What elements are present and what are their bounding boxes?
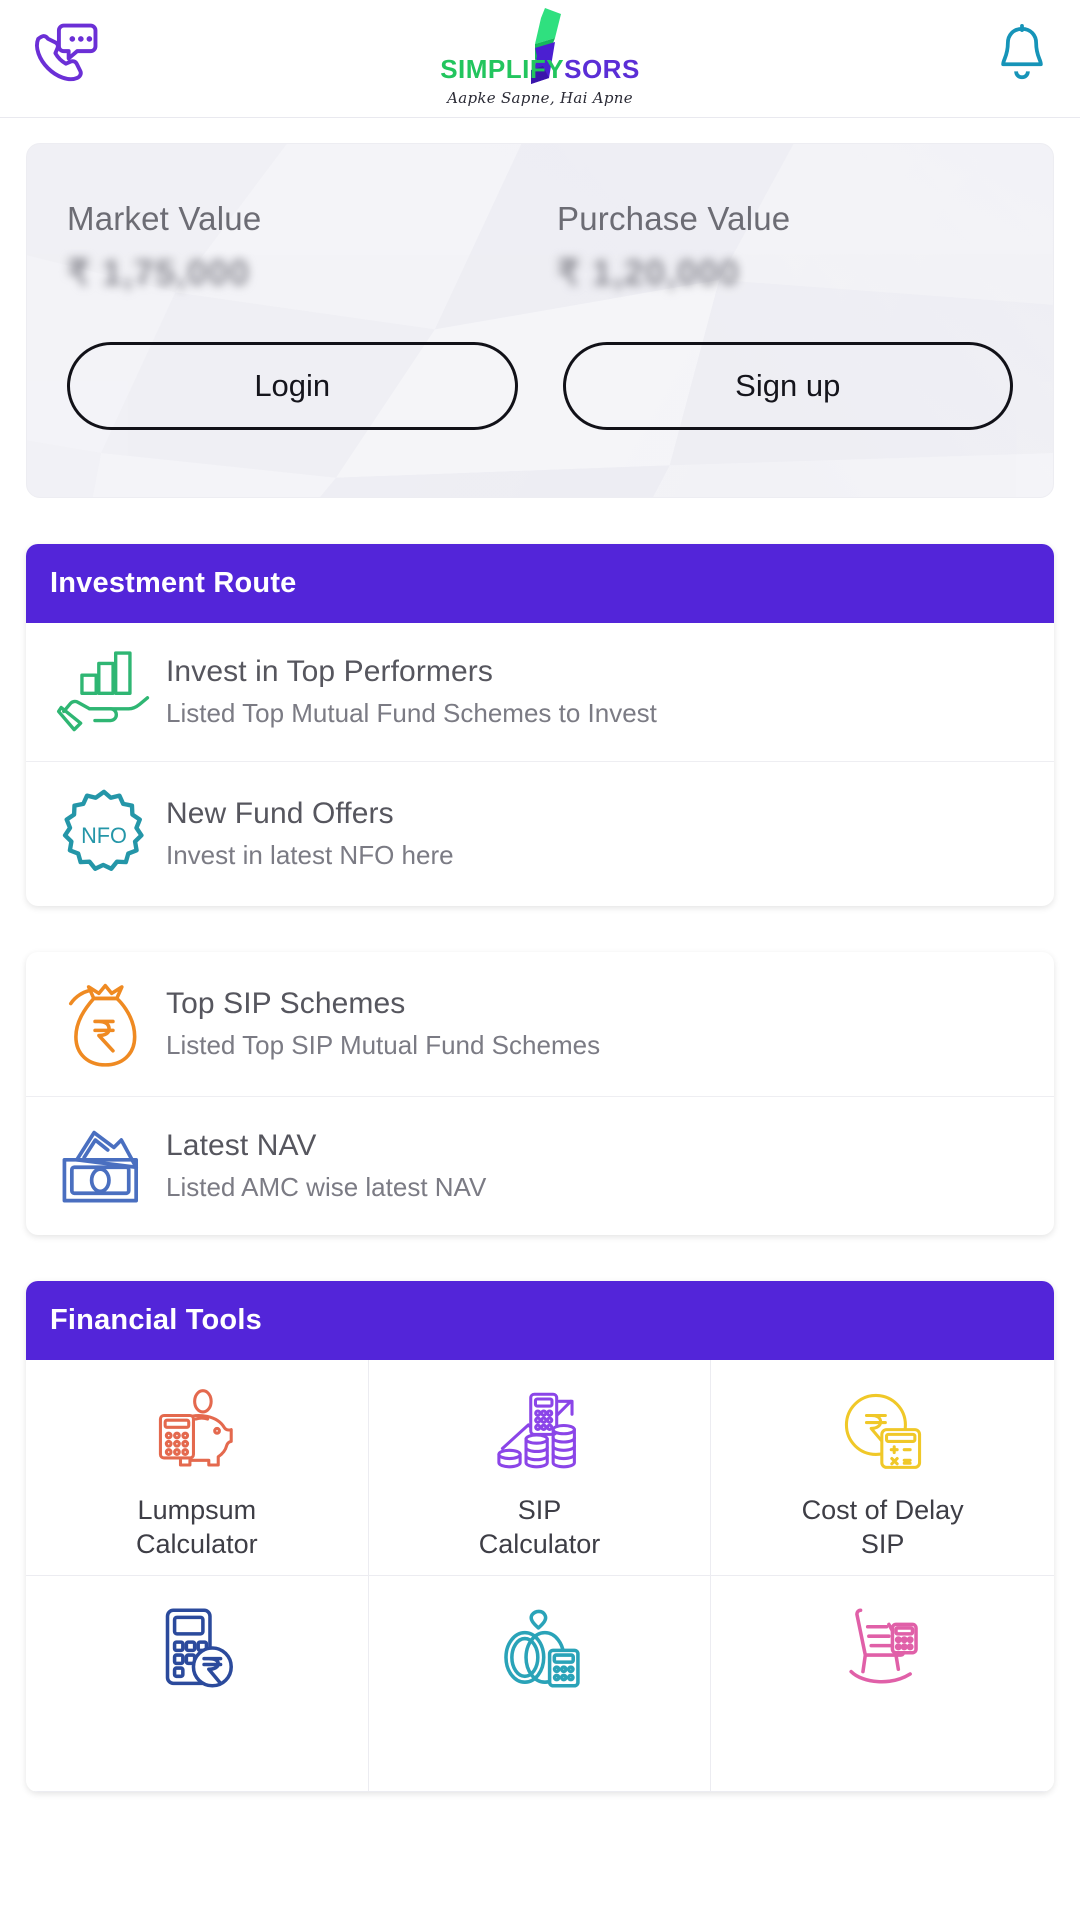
tool-label: Cost of Delay SIP (802, 1494, 964, 1562)
investment-route-title: Investment Route (26, 544, 1054, 623)
list-item-title: Top SIP Schemes (166, 987, 406, 1020)
list-item-subtitle: Listed Top SIP Mutual Fund Schemes (166, 1030, 601, 1060)
tool-label-line2: Calculator (478, 1528, 601, 1559)
financial-tools-grid: Lumpsum Calculator SIP Calculator Cost o… (26, 1360, 1054, 1792)
tool-retirement[interactable] (711, 1576, 1054, 1792)
brand-wordmark: SIMPLIFYSORS (440, 56, 640, 82)
brand-word-part1: SIMPLIFY (440, 54, 565, 84)
tool-label-line2: SIP (860, 1528, 905, 1559)
wedding-rings-calculator-icon (493, 1600, 585, 1696)
investment-route-card: Investment Route Invest in Top Performer… (26, 544, 1054, 906)
list-item-top-sip-schemes[interactable]: Top SIP Schemes Listed Top SIP Mutual Fu… (26, 952, 1054, 1096)
market-value-amount: ₹ 1,75,000 (67, 252, 251, 293)
purchase-value-label: Purchase Value (557, 200, 791, 237)
phone-chat-icon[interactable] (26, 17, 104, 100)
list-item-latest-nav[interactable]: Latest NAV Listed AMC wise latest NAV (26, 1096, 1054, 1235)
tool-label-line1: Lumpsum (137, 1495, 257, 1525)
tool-wedding-calculator[interactable] (368, 1576, 712, 1792)
tool-lumpsum-calculator[interactable]: Lumpsum Calculator (26, 1360, 369, 1576)
portfolio-stats: Market Value ₹ 1,75,000 Purchase Value ₹… (27, 144, 1053, 294)
financial-tools-title: Financial Tools (26, 1281, 1054, 1360)
market-value-stat: Market Value ₹ 1,75,000 (67, 200, 523, 294)
market-value-label: Market Value (67, 200, 262, 237)
financial-tools-card: Financial Tools Lumpsum Calculator SIP C… (26, 1281, 1054, 1792)
tool-label: Lumpsum Calculator (136, 1494, 258, 1562)
auth-actions: Login Sign up (27, 294, 1053, 430)
banknotes-icon (50, 1123, 158, 1209)
page-body: Market Value ₹ 1,75,000 Purchase Value ₹… (0, 143, 1080, 1792)
rupee-coin-calculator-icon (837, 1384, 929, 1480)
brand-word-part2: SORS (564, 54, 640, 84)
secondary-routes-card: Top SIP Schemes Listed Top SIP Mutual Fu… (26, 952, 1054, 1235)
tool-label-line1: Cost of Delay (801, 1495, 964, 1525)
tool-label-line1: SIP (517, 1495, 562, 1525)
list-item-title: Invest in Top Performers (166, 655, 493, 688)
signup-button[interactable]: Sign up (562, 342, 1013, 430)
list-item-top-performers[interactable]: Invest in Top Performers Listed Top Mutu… (26, 623, 1054, 761)
app-header: SIMPLIFYSORS Aapke Sapne, Hai Apne (0, 0, 1080, 118)
hand-bar-chart-icon (50, 649, 158, 735)
money-bag-rupee-icon (50, 978, 158, 1070)
calculator-rupee-coin-icon (151, 1600, 243, 1696)
list-item-subtitle: Listed Top Mutual Fund Schemes to Invest (166, 698, 657, 728)
brand-tagline: Aapke Sapne, Hai Apne (447, 89, 633, 107)
header-right (934, 23, 1054, 94)
list-item-text: Latest NAV Listed AMC wise latest NAV (158, 1129, 486, 1203)
tool-calculator-rupee[interactable] (26, 1576, 369, 1792)
portfolio-summary-card: Market Value ₹ 1,75,000 Purchase Value ₹… (26, 143, 1054, 498)
purchase-value-stat: Purchase Value ₹ 1,20,000 (523, 200, 1013, 294)
list-item-new-fund-offers[interactable]: NFO New Fund Offers Invest in latest NFO… (26, 761, 1054, 906)
list-item-subtitle: Listed AMC wise latest NAV (166, 1172, 487, 1202)
brand-mark-icon (511, 4, 569, 84)
login-button[interactable]: Login (67, 342, 518, 430)
tool-label-line2: Calculator (136, 1528, 258, 1559)
header-left (26, 17, 146, 100)
list-item-subtitle: Invest in latest NFO here (166, 840, 454, 870)
piggy-bank-calculator-icon (151, 1384, 243, 1480)
list-item-title: New Fund Offers (166, 797, 394, 830)
tool-label: SIP Calculator (479, 1494, 601, 1562)
rocking-chair-icon (837, 1600, 929, 1696)
calculator-coins-growth-icon (493, 1384, 585, 1480)
svg-text:NFO: NFO (81, 823, 127, 848)
purchase-value-amount: ₹ 1,20,000 (557, 252, 741, 293)
nfo-badge-icon: NFO (50, 788, 158, 880)
brand-logo: SIMPLIFYSORS Aapke Sapne, Hai Apne (0, 4, 1080, 107)
tool-cost-of-delay-sip[interactable]: Cost of Delay SIP (711, 1360, 1054, 1576)
list-item-text: Top SIP Schemes Listed Top SIP Mutual Fu… (158, 987, 600, 1061)
bell-icon[interactable] (990, 23, 1054, 94)
list-item-text: New Fund Offers Invest in latest NFO her… (158, 797, 454, 871)
tool-sip-calculator[interactable]: SIP Calculator (368, 1360, 712, 1576)
list-item-title: Latest NAV (166, 1129, 317, 1162)
list-item-text: Invest in Top Performers Listed Top Mutu… (158, 655, 657, 729)
